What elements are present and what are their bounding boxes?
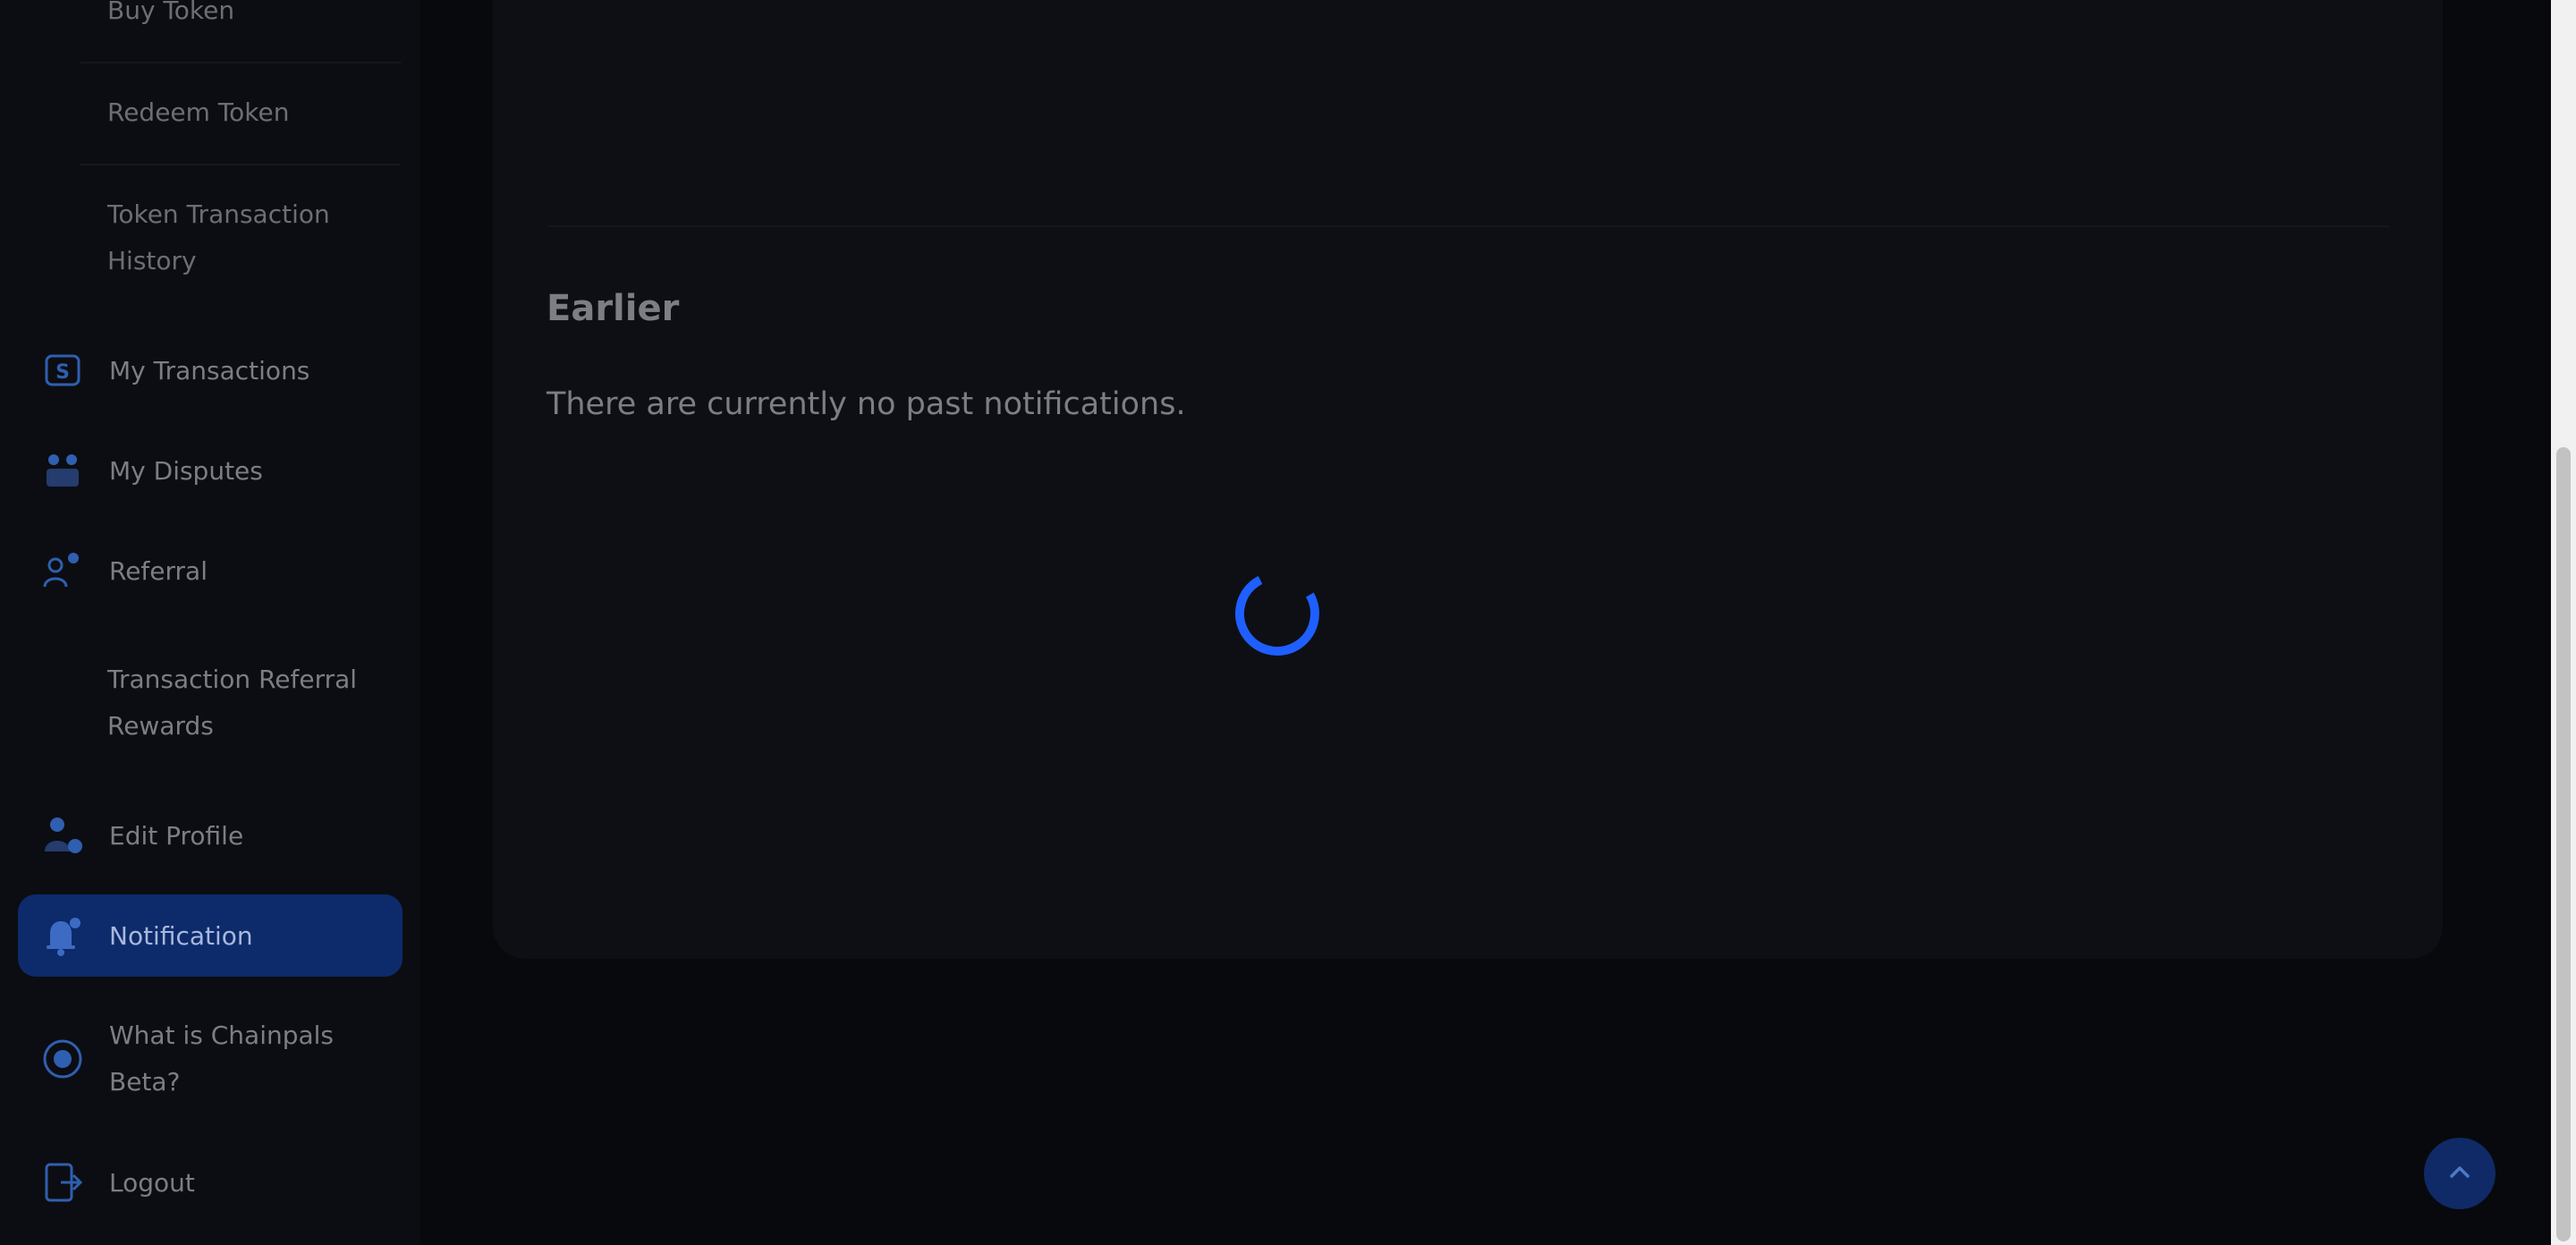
section-title: Earlier bbox=[547, 288, 680, 329]
chainpals-icon bbox=[41, 1038, 84, 1080]
page: Buy Token Redeem Token Token Transaction… bbox=[0, 0, 2576, 1245]
svg-text:S: S bbox=[55, 361, 70, 384]
divider bbox=[80, 62, 401, 64]
sidebar-item-what-is-chainpals[interactable]: What is Chainpals Beta? bbox=[18, 1012, 402, 1105]
disputes-icon bbox=[41, 449, 84, 492]
divider bbox=[80, 164, 401, 165]
chevron-up-icon bbox=[2446, 1158, 2473, 1189]
sidebar-item-label: My Disputes bbox=[109, 455, 263, 486]
sidebar-item-logout[interactable]: Logout bbox=[18, 1141, 402, 1224]
scrollbar-thumb[interactable] bbox=[2556, 447, 2571, 1241]
sidebar-item-token-transaction-history[interactable]: Token Transaction History bbox=[107, 191, 402, 284]
sidebar-item-edit-profile[interactable]: Edit Profile bbox=[18, 794, 402, 877]
sidebar-item-transaction-referral-rewards[interactable]: Transaction Referral Rewards bbox=[18, 656, 402, 750]
sidebar-item-label: Buy Token bbox=[107, 0, 235, 25]
sidebar-item-label: What is Chainpals Beta? bbox=[109, 1021, 335, 1097]
logout-icon bbox=[41, 1161, 84, 1204]
empty-message: There are currently no past notification… bbox=[547, 386, 1186, 422]
sidebar-item-label: My Transactions bbox=[109, 355, 310, 385]
sidebar-item-label: Logout bbox=[109, 1167, 195, 1198]
notifications-panel bbox=[493, 0, 2443, 959]
sidebar-item-notification[interactable]: Notification bbox=[18, 894, 402, 977]
sidebar-item-buy-token[interactable]: Buy Token bbox=[107, 0, 402, 34]
edit-profile-icon bbox=[41, 814, 84, 857]
transactions-icon: S bbox=[41, 349, 84, 392]
sidebar-item-label: Redeem Token bbox=[107, 97, 290, 127]
sidebar-item-label: Transaction Referral Rewards bbox=[107, 665, 358, 741]
sidebar: Buy Token Redeem Token Token Transaction… bbox=[0, 0, 420, 1245]
bell-icon bbox=[41, 914, 84, 957]
divider bbox=[547, 225, 2390, 227]
referral-icon bbox=[41, 549, 84, 592]
loading-spinner bbox=[1233, 569, 1322, 658]
scroll-to-top-button[interactable] bbox=[2424, 1138, 2496, 1209]
sidebar-item-label: Referral bbox=[109, 555, 208, 586]
sidebar-item-referral[interactable]: Referral bbox=[18, 529, 402, 612]
sidebar-item-label: Notification bbox=[109, 920, 253, 951]
sidebar-item-label: Edit Profile bbox=[109, 820, 244, 851]
sidebar-item-label: Token Transaction History bbox=[107, 199, 330, 275]
sidebar-item-redeem-token[interactable]: Redeem Token bbox=[107, 89, 402, 136]
sidebar-item-my-transactions[interactable]: S My Transactions bbox=[18, 329, 402, 411]
sidebar-item-my-disputes[interactable]: My Disputes bbox=[18, 429, 402, 512]
